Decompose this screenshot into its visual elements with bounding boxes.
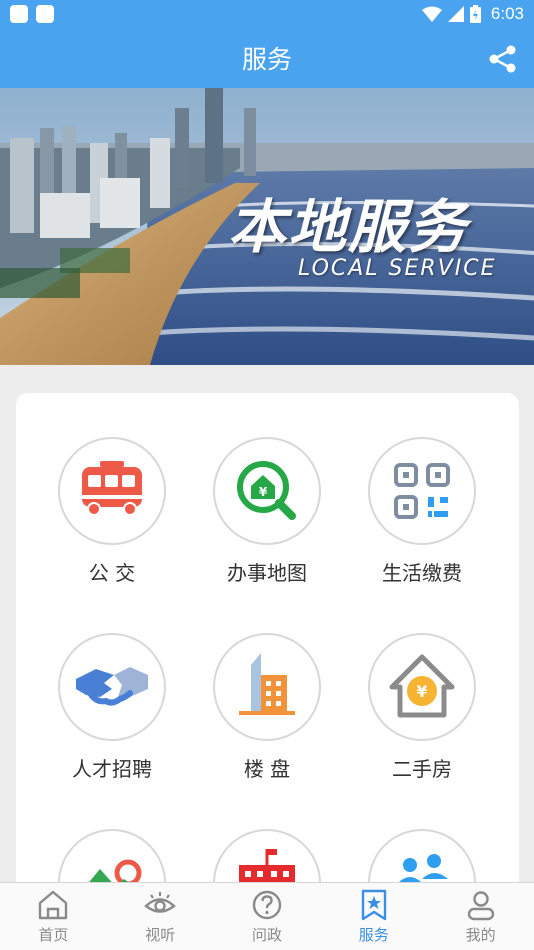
handshake-icon [58,633,166,741]
tab-label: 首页 [38,926,69,944]
notification-icon [36,5,54,23]
service-label: 生活缴费 [382,561,462,585]
service-label: 楼 盘 [243,757,291,781]
tab-label: 我的 [465,926,496,944]
eye-icon [144,892,177,913]
tab-home[interactable]: 首页 [0,883,107,950]
local-service-banner[interactable]: 本地服务 LOCAL SERVICE [0,88,534,365]
tab-label: 服务 [358,926,389,944]
bottom-tab-bar: 首页 视听 问政 服务 我的 [0,882,534,950]
share-icon[interactable] [488,44,518,74]
status-time: 6:03 [490,4,524,23]
home-icon [39,890,68,920]
user-icon [467,891,494,921]
app-header: 6:03 服务 [0,0,534,88]
service-office-map[interactable]: ¥ 办事地图 [207,437,327,586]
building-icon [213,633,321,741]
tab-label: 视听 [145,926,176,944]
service-recruitment[interactable]: 人才招聘 [52,633,172,782]
service-second-hand-house[interactable]: ¥ 二手房 [362,633,482,782]
service-label: 人才招聘 [72,757,152,781]
tab-label: 问政 [251,926,282,944]
banner-subtitle: LOCAL SERVICE [298,256,497,281]
bus-icon [58,437,166,545]
map-search-icon: ¥ [213,437,321,545]
notification-icon [10,5,28,23]
qr-code-icon [368,437,476,545]
service-label: 办事地图 [227,561,307,585]
service-bill-pay[interactable]: 生活缴费 [362,437,482,586]
services-grid: 公 交 ¥ 办事地图 生活缴费 人才招聘 楼 盘 ¥ 二手房 [16,393,519,937]
svg-text:¥: ¥ [259,485,268,499]
service-property[interactable]: 楼 盘 [207,633,327,782]
status-bar: 6:03 [0,0,534,30]
service-label: 公 交 [88,561,136,585]
cellular-signal-icon [447,6,464,22]
tab-inquiry[interactable]: 问政 [214,883,321,950]
svg-text:¥: ¥ [416,682,427,701]
service-bus[interactable]: 公 交 [52,437,172,586]
bookmark-star-icon [361,889,386,921]
battery-icon [469,5,481,23]
wifi-icon [421,6,442,22]
house-yuan-icon: ¥ [368,633,476,741]
page-title: 服务 [241,45,292,74]
service-label: 二手房 [392,757,452,781]
tab-mine[interactable]: 我的 [427,883,534,950]
banner-title: 本地服务 [228,193,469,261]
tab-media[interactable]: 视听 [107,883,214,950]
tab-services[interactable]: 服务 [320,883,427,950]
question-icon [252,890,282,920]
